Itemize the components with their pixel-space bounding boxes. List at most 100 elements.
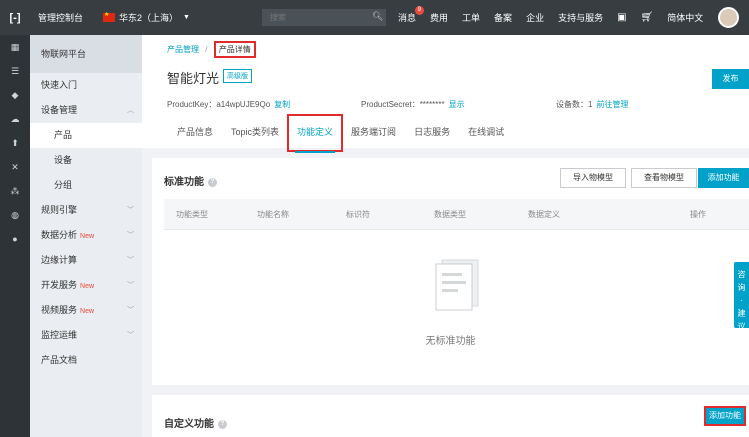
view-model-button[interactable]: 查看物模型 xyxy=(631,168,697,188)
region-label: 华东2（上海） xyxy=(119,13,179,23)
consult-char: 咨 xyxy=(737,270,746,279)
table-header: 功能类型 功能名称 标识符 数据类型 数据定义 操作 xyxy=(164,199,749,230)
dot-icon[interactable]: ● xyxy=(0,227,30,251)
product-icon[interactable]: ◆ xyxy=(0,83,30,107)
globe-icon[interactable]: ◍ xyxy=(0,203,30,227)
import-model-button[interactable]: 导入物模型 xyxy=(560,168,626,188)
consult-char: · xyxy=(740,296,743,305)
breadcrumb-product-detail: 产品详情 xyxy=(213,41,256,58)
tab-online-debug[interactable]: 在线调试 xyxy=(468,123,504,148)
breadcrumb-product-management[interactable]: 产品管理 xyxy=(167,45,199,54)
column-header: 操作 xyxy=(690,210,706,219)
cluster-icon[interactable]: ⁂ xyxy=(0,179,30,203)
tab-server-subscription[interactable]: 服务端订阅 xyxy=(351,123,396,148)
sidebar-item-rules-engine[interactable]: 规则引擎 ﹀ xyxy=(30,198,142,223)
chevron-down-icon: ﹀ xyxy=(127,307,134,314)
sidebar-item-label: 数据分析 xyxy=(41,230,78,240)
sidebar-item-video-service[interactable]: 视频服务 New ﹀ xyxy=(30,298,142,323)
icp-link[interactable]: 备案 xyxy=(494,11,512,24)
sidebar-item-dev-service[interactable]: 开发服务 New ﹀ xyxy=(30,273,142,298)
sidebar-item-label: 产品文档 xyxy=(41,355,78,365)
support-link[interactable]: 支持与服务 xyxy=(558,11,603,24)
tickets-link[interactable]: 工单 xyxy=(462,11,480,24)
product-header: 产品管理 / 产品详情 智能灯光 高级版 发布 ProductKey：a14wp… xyxy=(142,35,749,153)
enterprise-link[interactable]: 企业 xyxy=(526,11,544,24)
tab-product-info[interactable]: 产品信息 xyxy=(177,123,213,148)
section-title: 自定义功能 xyxy=(164,419,214,430)
help-icon[interactable]: ? xyxy=(218,419,227,429)
show-secret-link[interactable]: 显示 xyxy=(449,100,465,109)
region-selector[interactable]: 华东2（上海） ▼ xyxy=(103,11,190,24)
sidebar-item-device-management[interactable]: 设备管理 ︿ xyxy=(30,98,142,123)
cloud-icon[interactable]: ☁ xyxy=(0,107,30,131)
sidebar-item-label: 设备 xyxy=(54,155,73,165)
tab-log-service[interactable]: 日志服务 xyxy=(414,123,450,148)
terminal-icon[interactable]: ▣ xyxy=(617,12,626,23)
column-header: 数据类型 xyxy=(434,210,466,219)
active-tab-indicator xyxy=(295,151,336,153)
device-count: 设备数：1 前往管理 xyxy=(556,99,628,110)
consult-char: 议 xyxy=(737,322,746,331)
new-badge: New xyxy=(80,308,95,315)
messages-link[interactable]: 消息 9 xyxy=(398,6,425,24)
sidebar-item-monitoring[interactable]: 监控运维 ﹀ xyxy=(30,323,142,348)
language-switch[interactable]: 简体中文 xyxy=(667,11,703,24)
side-nav: 物联网平台 快速入门 设备管理 ︿ 产品 设备 分组 规则引擎 ﹀ 数据分析 New ﹀… xyxy=(30,35,142,437)
sidebar-item-docs[interactable]: 产品文档 xyxy=(30,348,142,373)
tab-topic-list[interactable]: Topic类列表 xyxy=(231,123,279,148)
top-nav: 消息 9 费用 工单 备案 企业 支持与服务 ▣ 🛒︎ 简体中文 xyxy=(398,0,717,35)
chevron-down-icon: ﹀ xyxy=(127,282,134,289)
tab-bar: 产品信息 Topic类列表 功能定义 服务端订阅 日志服务 在线调试 xyxy=(167,114,522,153)
sidebar-item-group[interactable]: 分组 xyxy=(30,173,142,198)
cross-icon[interactable]: ✕ xyxy=(0,155,30,179)
search-icon[interactable]: 🔍︎ xyxy=(372,11,383,23)
chevron-down-icon: ﹀ xyxy=(127,232,134,239)
help-icon[interactable]: ? xyxy=(208,177,217,187)
sidebar-item-edge-computing[interactable]: 边缘计算 ﹀ xyxy=(30,248,142,273)
sidebar-item-device[interactable]: 设备 xyxy=(30,148,142,173)
china-flag-icon xyxy=(103,11,116,22)
grid-icon[interactable]: ▦ xyxy=(0,35,30,59)
billing-link[interactable]: 费用 xyxy=(430,11,448,24)
breadcrumb-separator: / xyxy=(205,45,208,54)
sidebar-item-label: 监控运维 xyxy=(41,330,78,340)
product-key: ProductKey：a14wpUJE9Qo 复制 xyxy=(167,99,290,110)
sidebar-item-label: 快速入门 xyxy=(41,80,78,90)
highlight-box xyxy=(287,114,344,152)
consult-char: 询 xyxy=(737,283,746,292)
sidebar-item-product[interactable]: 产品 xyxy=(30,123,142,148)
cloud-upload-icon[interactable]: ⬆ xyxy=(0,131,30,155)
custom-functions-title: 自定义功能? xyxy=(164,415,227,430)
new-badge: New xyxy=(80,283,95,290)
sidebar-item-label: 边缘计算 xyxy=(41,255,78,265)
device-count-label: 设备数：1 xyxy=(556,100,593,109)
custom-functions-panel: 自定义功能? 添加功能 xyxy=(152,395,749,437)
menu-icon[interactable]: ☰ xyxy=(0,59,30,83)
tab-function-definition[interactable]: 功能定义 xyxy=(287,114,344,153)
standard-functions-title: 标准功能? xyxy=(164,173,217,188)
publish-button[interactable]: 发布 xyxy=(712,69,749,89)
add-function-button[interactable]: 添加功能 xyxy=(698,168,749,188)
search-input[interactable] xyxy=(262,9,386,26)
chevron-down-icon: ▼ xyxy=(183,14,190,21)
column-header: 功能类型 xyxy=(176,210,208,219)
section-title: 标准功能 xyxy=(164,177,204,188)
column-header: 标识符 xyxy=(346,210,370,219)
sidebar-item-data-analysis[interactable]: 数据分析 New ﹀ xyxy=(30,223,142,248)
chevron-down-icon: ﹀ xyxy=(127,332,134,339)
chevron-down-icon: ﹀ xyxy=(127,257,134,264)
product-secret: ProductSecret：******** 显示 xyxy=(361,99,465,110)
add-custom-function-button[interactable]: 添加功能 xyxy=(704,406,746,426)
copy-link[interactable]: 复制 xyxy=(274,100,290,109)
console-home-link[interactable]: 管理控制台 xyxy=(38,11,83,24)
column-header: 功能名称 xyxy=(257,210,289,219)
avatar[interactable] xyxy=(718,7,739,28)
cart-icon[interactable]: 🛒︎ xyxy=(641,12,654,23)
consult-feedback-tab[interactable]: 咨 询 · 建 议 xyxy=(734,262,749,331)
goto-manage-link[interactable]: 前往管理 xyxy=(596,100,628,109)
sidebar-item-label: 设备管理 xyxy=(41,105,78,115)
product-key-label: ProductKey：a14wpUJE9Qo xyxy=(167,100,271,109)
sidebar-item-quickstart[interactable]: 快速入门 xyxy=(30,73,142,98)
aliyun-logo-icon[interactable]: [-] xyxy=(0,0,30,35)
new-badge: New xyxy=(80,233,95,240)
